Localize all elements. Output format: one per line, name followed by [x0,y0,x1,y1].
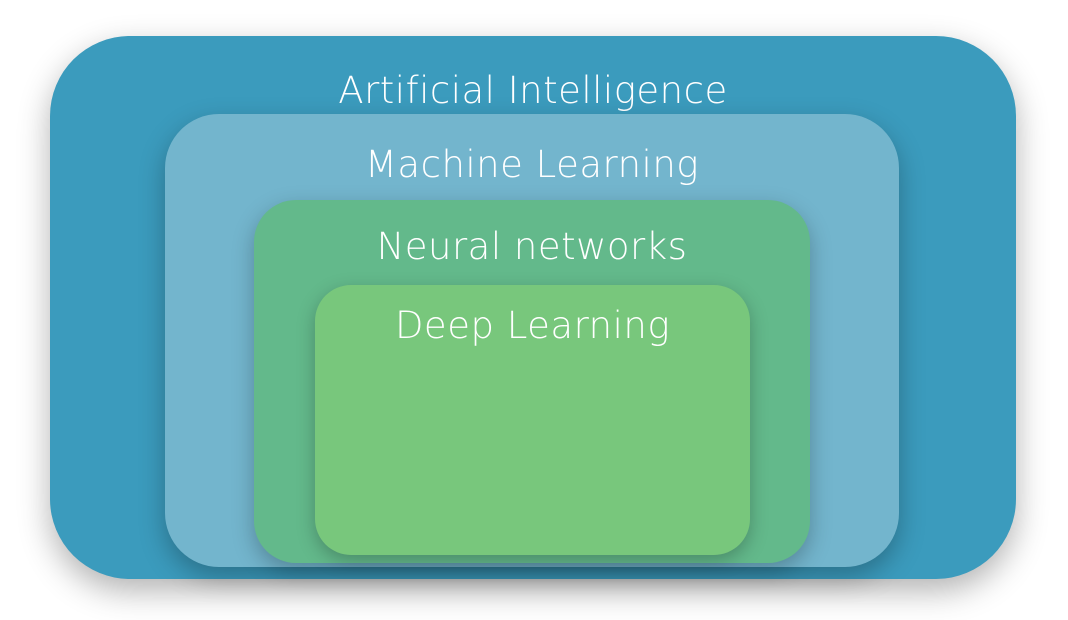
diagram-canvas: Artificial Intelligence Machine Learning… [0,0,1068,620]
artificial-intelligence-box: Artificial Intelligence Machine Learning… [50,36,1016,579]
neural-networks-label: Neural networks [376,225,688,268]
neural-networks-box: Neural networks Deep Learning [254,200,810,563]
machine-learning-box: Machine Learning Neural networks Deep Le… [165,114,899,567]
artificial-intelligence-label: Artificial Intelligence [338,69,728,112]
deep-learning-label: Deep Learning [394,304,671,347]
machine-learning-label: Machine Learning [365,143,699,186]
deep-learning-box: Deep Learning [315,285,750,555]
